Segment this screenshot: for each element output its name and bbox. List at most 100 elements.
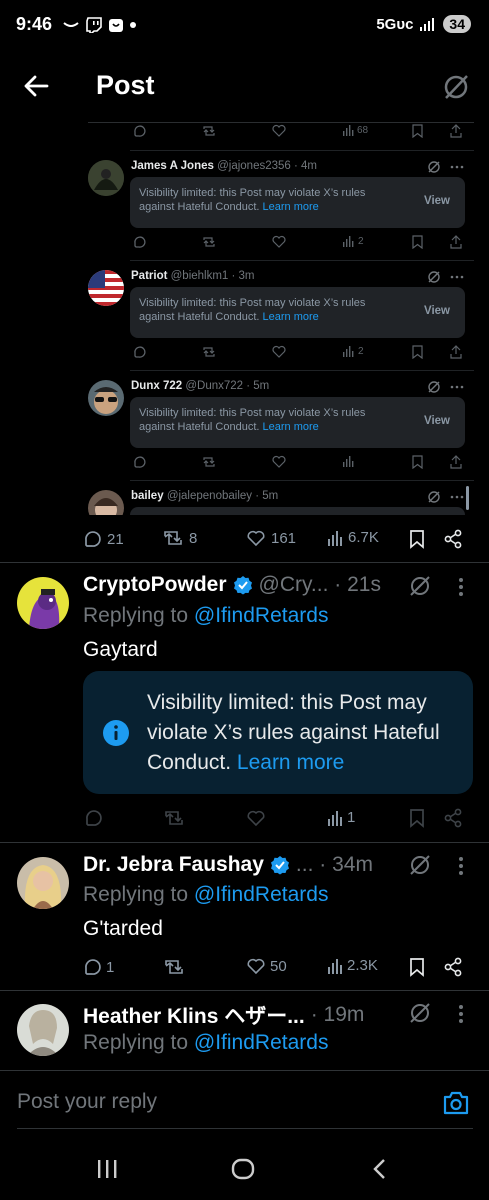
views-icon [343, 125, 354, 136]
back-nav-icon[interactable] [371, 1158, 387, 1180]
embed-divider [130, 260, 474, 261]
slashed-circle-icon[interactable] [408, 574, 432, 598]
display-name[interactable]: CryptoPowder [83, 573, 227, 597]
avatar[interactable] [17, 857, 69, 909]
like-icon[interactable] [272, 124, 286, 137]
avatar[interactable] [17, 1004, 69, 1056]
learn-more-link[interactable]: Learn more [263, 311, 319, 323]
cryptopowder-avatar [17, 577, 69, 629]
embedded-post[interactable]: Dunx 722 @Dunx722 · 5m Visibility limite… [88, 377, 474, 482]
views-count: 2 [358, 236, 364, 247]
slashed-circle-icon[interactable] [408, 1001, 432, 1025]
views-icon [343, 456, 354, 467]
like-stat[interactable]: 161 [246, 529, 296, 547]
handle-time: @Cry... · 21s [258, 573, 381, 596]
repost-icon[interactable] [202, 346, 216, 358]
display-name[interactable]: Dr. Jebra Faushay [83, 853, 264, 877]
view-button[interactable]: View [424, 415, 450, 427]
learn-more-link[interactable]: Learn more [237, 751, 344, 774]
view-button[interactable]: View [424, 195, 450, 207]
views-stat[interactable]: 2 [342, 346, 364, 357]
mention-link[interactable]: @IfindRetards [194, 604, 329, 627]
input-underline [17, 1128, 473, 1129]
views-stat[interactable]: 1 [327, 809, 355, 826]
bookmark-icon[interactable] [412, 235, 423, 249]
reply-icon[interactable] [132, 124, 146, 138]
more-icon[interactable] [450, 165, 464, 169]
avatar[interactable] [17, 577, 69, 629]
mention-link[interactable]: @IfindRetards [194, 883, 329, 906]
view-button[interactable]: View [424, 305, 450, 317]
bookmark-icon[interactable] [412, 345, 423, 359]
repost-icon[interactable] [163, 809, 185, 827]
views-stat[interactable]: 2.3K [327, 957, 378, 974]
like-icon[interactable] [272, 455, 286, 468]
slashed-circle-icon[interactable] [427, 270, 441, 284]
replying-to: Replying to @IfindRetards [83, 604, 329, 627]
repost-icon[interactable] [163, 958, 185, 976]
author-line: Dr. Jebra Faushay ... · 34m [83, 853, 373, 877]
embedded-post[interactable]: bailey @jalepenobailey · 5m [88, 487, 474, 515]
learn-more-link[interactable]: Learn more [263, 421, 319, 433]
home-icon[interactable] [231, 1158, 255, 1180]
reply-stat[interactable]: 21 [82, 529, 124, 549]
share-icon[interactable] [450, 124, 462, 138]
avatar [88, 270, 124, 306]
share-icon[interactable] [443, 808, 463, 828]
share-icon[interactable] [450, 345, 462, 359]
views-stat[interactable] [342, 456, 354, 467]
like-stat[interactable]: 50 [246, 957, 287, 975]
reply-icon[interactable] [132, 455, 146, 469]
reply-stat[interactable]: 1 [82, 957, 114, 977]
reply-icon[interactable] [83, 808, 103, 828]
slashed-circle-icon[interactable] [427, 380, 441, 394]
embed-scrollbar[interactable] [466, 486, 469, 510]
bookmark-icon[interactable] [412, 455, 423, 469]
like-icon[interactable] [272, 345, 286, 358]
mention-link[interactable]: @IfindRetards [194, 1031, 329, 1054]
more-icon[interactable] [450, 495, 464, 499]
more-icon[interactable] [450, 385, 464, 389]
repost-icon[interactable] [202, 236, 216, 248]
more-icon[interactable] [450, 275, 464, 279]
more-vertical-icon[interactable] [459, 857, 463, 875]
restricted-button[interactable] [441, 72, 471, 102]
back-button[interactable] [22, 72, 50, 100]
slashed-circle-icon[interactable] [408, 853, 432, 877]
status-right: 5Gᴜᴄ 34 [376, 15, 471, 33]
bookmark-icon[interactable] [409, 808, 425, 828]
repost-icon[interactable] [202, 125, 216, 137]
slashed-circle-icon[interactable] [427, 160, 441, 174]
bookmark-icon[interactable] [409, 957, 425, 977]
bookmark-icon[interactable] [409, 529, 425, 549]
reply-icon[interactable] [132, 235, 146, 249]
display-name[interactable]: Heather Klins ヘザー... [83, 1000, 305, 1030]
share-icon[interactable] [450, 455, 462, 469]
views-stat[interactable]: 68 [342, 125, 368, 136]
like-icon[interactable] [246, 809, 266, 827]
learn-more-link[interactable]: Learn more [263, 201, 319, 213]
camera-icon[interactable] [442, 1090, 470, 1116]
repost-icon[interactable] [202, 456, 216, 468]
divider [0, 562, 489, 563]
reply-icon[interactable] [132, 345, 146, 359]
like-icon[interactable] [272, 235, 286, 248]
views-count: 68 [357, 125, 369, 136]
share-icon[interactable] [443, 957, 463, 977]
dot-icon [130, 22, 136, 28]
reply-input[interactable]: Post your reply [17, 1090, 157, 1114]
bookmark-icon[interactable] [412, 124, 423, 138]
views-stat[interactable]: 6.7K [327, 529, 379, 546]
views-icon [328, 810, 342, 826]
views-stat[interactable]: 2 [342, 236, 364, 247]
recent-apps-icon[interactable] [96, 1159, 118, 1179]
more-vertical-icon[interactable] [459, 1005, 463, 1023]
repost-stat[interactable]: 8 [162, 529, 197, 547]
slashed-circle-icon[interactable] [427, 490, 441, 504]
author-line: James A Jones @jajones2356 · 4m [131, 160, 317, 172]
share-icon[interactable] [450, 235, 462, 249]
embedded-post[interactable]: Patriot @biehlkm1 · 3m Visibility limite… [88, 267, 474, 372]
more-vertical-icon[interactable] [459, 578, 463, 596]
embedded-post[interactable]: James A Jones @jajones2356 · 4m Visibili… [88, 157, 474, 262]
share-icon[interactable] [443, 529, 463, 549]
